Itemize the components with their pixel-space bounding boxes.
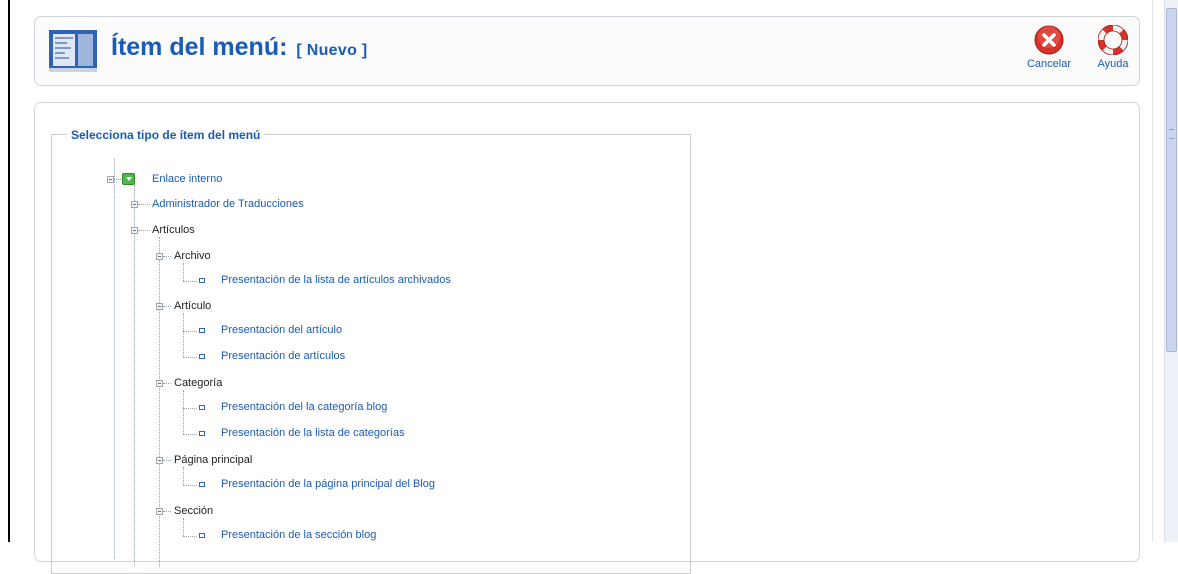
collapse-toggle-icon[interactable] — [131, 227, 138, 234]
cancel-label: Cancelar — [1026, 58, 1072, 70]
tree-line — [183, 485, 197, 486]
collapse-toggle-icon[interactable] — [107, 176, 114, 183]
tree-item-translations[interactable]: Administrador de Traducciones — [152, 198, 304, 211]
menu-type-fieldset — [51, 134, 691, 574]
tree-item-archive-list[interactable]: Presentación de la lista de artículos ar… — [221, 274, 451, 287]
tree-line — [183, 408, 197, 409]
page-title-mode: [ Nuevo ] — [296, 42, 368, 59]
tree-item-archivo: Archivo — [174, 250, 211, 262]
tree-item-articulo: Artículo — [174, 300, 212, 312]
tree-line — [183, 390, 184, 434]
leaf-bullet-icon — [199, 278, 205, 283]
tree-line — [183, 434, 197, 435]
help-label: Ayuda — [1097, 58, 1129, 70]
scrollbar-thumb[interactable] — [1166, 8, 1177, 352]
tree-line — [183, 357, 197, 358]
help-button[interactable]: Ayuda — [1085, 25, 1141, 70]
window-top-edge — [0, 0, 1178, 8]
tree-line — [163, 511, 171, 512]
tree-item-article-submission[interactable]: Presentación de artículos — [221, 350, 345, 363]
tree-item-articulos: Artículos — [152, 224, 195, 236]
tree-line — [183, 467, 184, 485]
toolbar: Ítem del menú: [ Nuevo ] Cancelar Ayuda — [34, 16, 1140, 86]
tree-line — [183, 518, 184, 536]
collapse-toggle-icon[interactable] — [156, 508, 163, 515]
fieldset-legend: Selecciona tipo de ítem del menú — [67, 128, 265, 142]
leaf-bullet-icon — [199, 354, 205, 359]
scrollbar-grip-icon — [1169, 129, 1174, 139]
content-right-edge — [1152, 0, 1153, 542]
tree-line — [138, 204, 150, 205]
collapse-toggle-icon[interactable] — [156, 253, 163, 260]
tree-item-frontpage-blog[interactable]: Presentación de la página principal del … — [221, 478, 435, 491]
tree-item-categoria: Categoría — [174, 377, 223, 389]
page-title-text: Ítem del menú: — [111, 33, 288, 61]
expand-arrow-icon[interactable] — [122, 173, 135, 185]
tree-line — [183, 313, 184, 357]
tree-line — [114, 159, 115, 559]
menu-type-panel: Selecciona tipo de ítem del menú Enlace … — [34, 102, 1140, 574]
tree-line — [163, 256, 171, 257]
menu-item-page-icon — [49, 30, 97, 72]
tree-item-seccion: Sección — [174, 505, 214, 517]
tree-item-pagina-principal: Página principal — [174, 454, 253, 466]
tree-line — [183, 536, 197, 537]
tree-item-category-list[interactable]: Presentación de la lista de categorías — [221, 427, 404, 440]
tree-line — [163, 383, 171, 384]
tree-line — [183, 281, 197, 282]
leaf-bullet-icon — [199, 431, 205, 436]
tree-line — [163, 306, 171, 307]
collapse-toggle-icon[interactable] — [131, 201, 138, 208]
tree-line — [114, 179, 121, 180]
page-title: Ítem del menú: [ Nuevo ] — [111, 33, 368, 62]
collapse-toggle-icon[interactable] — [156, 303, 163, 310]
tree-line — [134, 185, 135, 565]
tree-line — [138, 230, 150, 231]
collapse-toggle-icon[interactable] — [156, 457, 163, 464]
help-lifebuoy-icon — [1098, 25, 1128, 55]
collapse-toggle-icon[interactable] — [156, 380, 163, 387]
leaf-bullet-icon — [199, 328, 205, 333]
tree-item-article-layout[interactable]: Presentación del artículo — [221, 324, 342, 337]
cancel-button[interactable]: Cancelar — [1021, 25, 1077, 70]
tree-line — [163, 460, 171, 461]
leaf-bullet-icon — [199, 405, 205, 410]
tree-item-enlace-interno[interactable]: Enlace interno — [152, 173, 222, 186]
leaf-bullet-icon — [199, 533, 205, 538]
tree-line — [183, 263, 184, 281]
tree-item-section-blog[interactable]: Presentación de la sección blog — [221, 529, 376, 542]
tree-line — [183, 331, 197, 332]
leaf-bullet-icon — [199, 482, 205, 487]
cancel-icon — [1034, 25, 1064, 55]
tree-item-category-blog[interactable]: Presentación del la categoría blog — [221, 401, 387, 414]
tree-line — [159, 237, 160, 567]
window-left-border — [8, 0, 10, 542]
